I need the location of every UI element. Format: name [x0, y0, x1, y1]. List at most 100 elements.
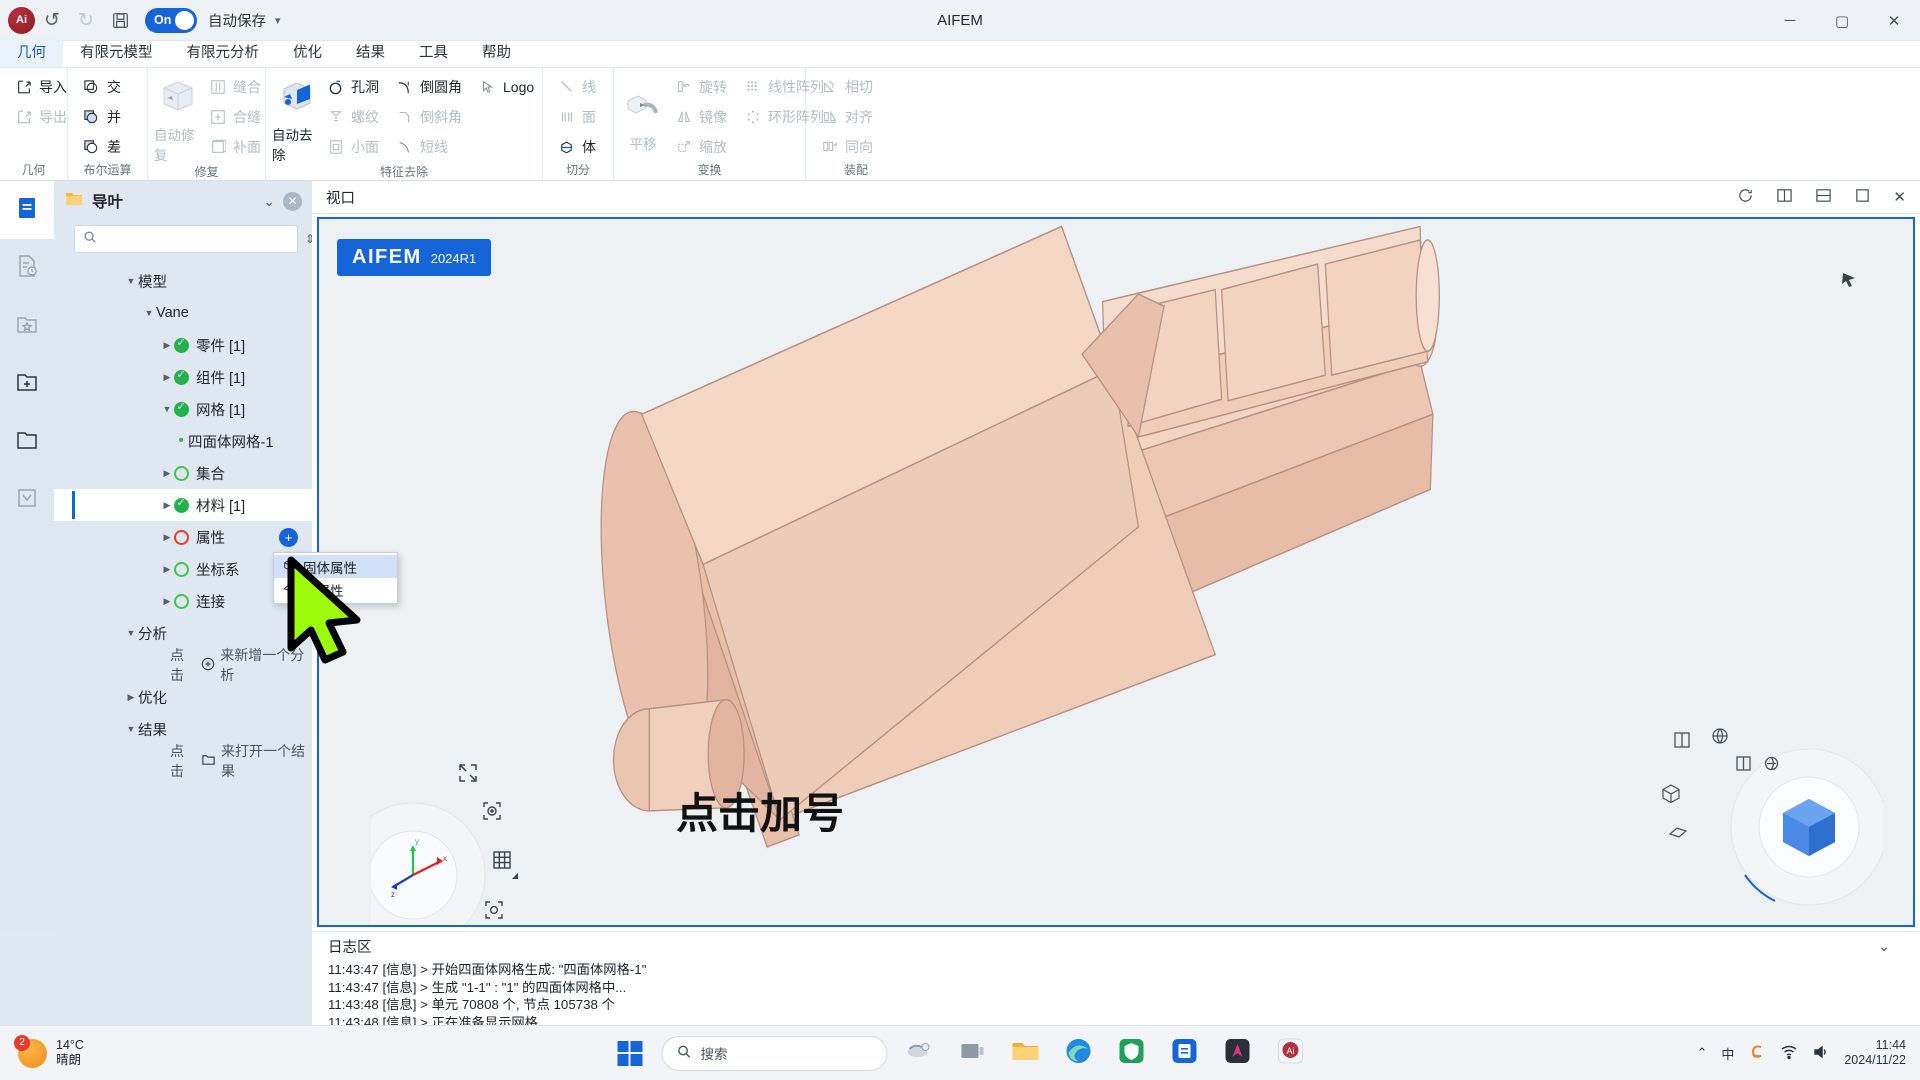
tree-node-results[interactable]: ▼ 结果 [54, 713, 312, 745]
chevron-right-icon[interactable]: ▶ [160, 564, 174, 575]
tab-geometry[interactable]: 几何 [0, 38, 63, 67]
refresh-icon[interactable] [1737, 187, 1754, 208]
chevron-down-icon[interactable]: ▼ [160, 404, 174, 414]
tree-node-mesh[interactable]: ▼ 网格 [1] [54, 393, 312, 425]
tree-node-properties[interactable]: ▶ 属性 + [54, 521, 312, 553]
add-property-button[interactable]: + [279, 528, 298, 547]
ribbon-mirror-button: 镜像 [666, 102, 735, 132]
tree-node-assemblies[interactable]: ▶ 组件 [1] [54, 361, 312, 393]
maximize-button[interactable]: ▢ [1816, 0, 1868, 41]
ribbon-hole-button[interactable]: 孔洞 [318, 72, 387, 102]
plus-circle-icon[interactable] [201, 657, 215, 674]
ime-icon[interactable]: 中 [1721, 1044, 1734, 1063]
minimize-button[interactable]: ─ [1764, 0, 1816, 41]
ribbon-split-body-button[interactable]: 体 [549, 132, 604, 162]
chevron-right-icon[interactable]: ▶ [124, 692, 138, 703]
split-horizontal-icon[interactable] [1815, 187, 1832, 208]
globe-icon[interactable] [1711, 727, 1729, 750]
tab-tools[interactable]: 工具 [402, 38, 465, 67]
taskbar-pink-app-button[interactable] [1217, 1032, 1259, 1074]
chevron-down-icon[interactable]: ▼ [124, 628, 138, 638]
close-button[interactable]: ✕ [1868, 0, 1920, 41]
tab-fem-model[interactable]: 有限元模型 [63, 38, 170, 67]
ribbon-fillet-button[interactable]: 倒圆角 [387, 72, 470, 102]
chevron-right-icon[interactable]: ▶ [160, 500, 174, 511]
cube-faces-icon[interactable] [1660, 783, 1682, 810]
chevron-right-icon[interactable]: ▶ [160, 532, 174, 543]
tree-search-box[interactable]: ⇕ [74, 225, 298, 253]
ribbon-import-button[interactable]: 导入 [6, 72, 75, 102]
rail-history-button[interactable] [0, 239, 54, 297]
hint-add-analysis[interactable]: 点击 来新增一个分析 [54, 649, 312, 681]
screenshot-button[interactable] [483, 899, 505, 926]
taskbar-aifem-button[interactable]: Ai [1270, 1032, 1312, 1074]
volume-icon[interactable] [1812, 1043, 1830, 1064]
chevron-right-icon[interactable]: ▶ [160, 372, 174, 383]
rail-favorites-button[interactable] [0, 297, 54, 355]
plane-view-icon[interactable] [1668, 822, 1688, 847]
rail-model-tree-button[interactable] [0, 181, 54, 239]
tree-search-input[interactable] [103, 232, 289, 247]
ribbon-union-button[interactable]: 并 [74, 102, 129, 132]
ribbon-subtract-button[interactable]: 差 [74, 132, 129, 162]
rail-export-box-button[interactable] [0, 471, 54, 529]
tab-results[interactable]: 结果 [339, 38, 402, 67]
tree-node-model[interactable]: ▼ 模型 [54, 265, 312, 297]
save-icon[interactable] [103, 5, 137, 35]
taskbar-search-box[interactable]: 搜索 [662, 1036, 888, 1071]
viewport-3d-canvas[interactable]: AIFEM 2024R1 [317, 217, 1915, 927]
autosave-toggle[interactable]: On [145, 8, 197, 33]
ribbon-auto-remove-button[interactable]: 自动去除 [272, 72, 318, 164]
hint-open-result[interactable]: 点击 来打开一个结果 [54, 745, 312, 777]
vane-3d-model[interactable] [319, 219, 1913, 925]
taskbar-task-view-button[interactable] [952, 1032, 994, 1074]
ribbon-intersect-button[interactable]: 交 [74, 72, 129, 102]
tree-node-analysis[interactable]: ▼ 分析 [54, 617, 312, 649]
taskbar-file-explorer-button[interactable] [1005, 1032, 1047, 1074]
chevron-down-icon[interactable]: ⌄ [263, 193, 275, 210]
tree-node-materials[interactable]: ▶ 材料 [1] [54, 489, 312, 521]
pin-icon[interactable] [1839, 269, 1861, 296]
undo-icon[interactable]: ↺ [35, 5, 69, 35]
ribbon-logo-remove-button[interactable]: Logo [470, 72, 542, 102]
chevron-right-icon[interactable]: ▶ [160, 468, 174, 479]
windows-start-button[interactable] [609, 1032, 651, 1074]
network-icon[interactable] [1780, 1043, 1798, 1064]
sogou-icon[interactable] [1748, 1043, 1766, 1064]
chevron-down-icon[interactable]: ▼ [124, 276, 138, 286]
tab-help[interactable]: 帮助 [465, 38, 528, 67]
view-orient-icon[interactable] [1673, 731, 1691, 754]
autosave-dropdown-icon[interactable]: ▾ [275, 14, 281, 27]
taskbar-weather-widget[interactable]: 2 14°C 晴朗 [18, 1038, 84, 1068]
close-circle-icon[interactable]: ✕ [283, 192, 302, 211]
tree-node-optimize[interactable]: ▶ 优化 [54, 681, 312, 713]
rail-open-folder-button[interactable] [0, 413, 54, 471]
tree-node-parts[interactable]: ▶ 零件 [1] [54, 329, 312, 361]
chevron-up-icon[interactable]: ⌃ [1696, 1045, 1707, 1061]
tab-fem-analysis[interactable]: 有限元分析 [170, 38, 277, 67]
chevron-down-icon[interactable]: ▼ [142, 308, 156, 318]
tree-node-sets[interactable]: ▶ 集合 [54, 457, 312, 489]
taskbar-widget-button[interactable] [899, 1032, 941, 1074]
chevron-right-icon[interactable]: ▶ [160, 596, 174, 607]
rail-new-folder-button[interactable] [0, 355, 54, 413]
taskbar-edge-button[interactable] [1058, 1032, 1100, 1074]
tab-optimize[interactable]: 优化 [276, 38, 339, 67]
tree-node-tet-mesh-1[interactable]: • 四面体网格-1 [54, 425, 312, 457]
open-folder-icon[interactable] [201, 752, 216, 770]
taskbar-shield-app-button[interactable] [1111, 1032, 1153, 1074]
tree-node-vane[interactable]: ▼ Vane [54, 297, 312, 329]
grid-toggle-button[interactable]: ◢ [491, 849, 514, 877]
taskbar-clock[interactable]: 11:44 2024/11/22 [1844, 1038, 1906, 1069]
navigation-cube[interactable] [1723, 747, 1883, 907]
chevron-right-icon[interactable]: ▶ [160, 340, 174, 351]
fit-view-button[interactable] [457, 762, 479, 789]
maximize-icon[interactable] [1854, 187, 1871, 208]
split-vertical-icon[interactable] [1776, 187, 1793, 208]
chevron-down-icon[interactable]: ▼ [124, 724, 138, 734]
view-control-wheel[interactable]: y x z ◢ [371, 775, 543, 927]
chevron-down-icon[interactable]: ⌄ [1878, 938, 1904, 955]
taskbar-blue-app-button[interactable] [1164, 1032, 1206, 1074]
close-icon[interactable]: ✕ [1893, 188, 1906, 206]
zoom-selection-button[interactable] [481, 800, 503, 827]
